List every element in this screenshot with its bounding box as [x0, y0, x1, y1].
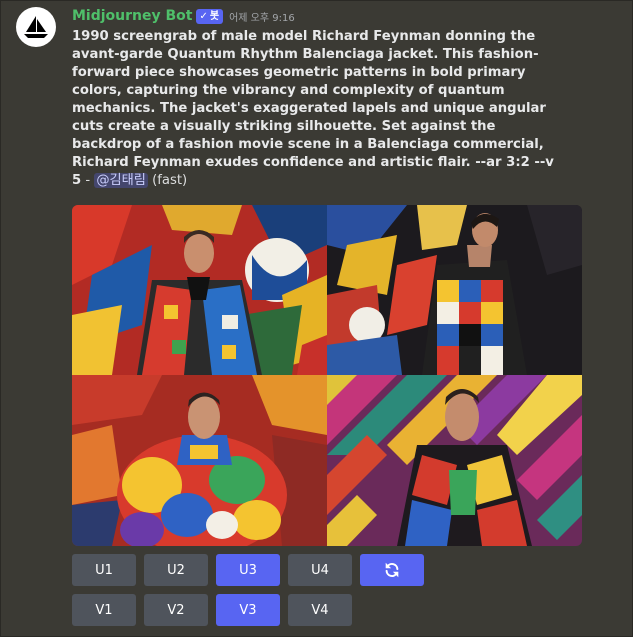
image-quadrant-3[interactable]: [72, 375, 327, 546]
image-quadrant-1[interactable]: [72, 205, 327, 375]
u4-button[interactable]: U4: [288, 554, 352, 586]
user-mention[interactable]: @김태림: [94, 173, 148, 188]
prompt-text: 1990 screengrab of male model Richard Fe…: [72, 29, 554, 188]
v1-button[interactable]: V1: [72, 594, 136, 626]
upscale-button-row: U1 U2 U3 U4: [72, 554, 424, 586]
image-grid[interactable]: [72, 205, 582, 546]
bot-badge: ✓ 봇: [196, 8, 224, 24]
image-quadrant-4[interactable]: [327, 375, 582, 546]
bot-badge-label: 봇: [209, 10, 220, 22]
v4-button[interactable]: V4: [288, 594, 352, 626]
separator: -: [81, 173, 95, 188]
v2-button[interactable]: V2: [144, 594, 208, 626]
refresh-icon: [385, 562, 399, 578]
speed-label: (fast): [147, 173, 188, 188]
u1-button[interactable]: U1: [72, 554, 136, 586]
v3-button[interactable]: V3: [216, 594, 280, 626]
sailboat-icon: [24, 16, 48, 38]
u2-button[interactable]: U2: [144, 554, 208, 586]
reroll-button[interactable]: [360, 554, 424, 586]
variation-button-row: V1 V2 V3 V4: [72, 594, 352, 626]
u3-button[interactable]: U3: [216, 554, 280, 586]
bot-message: Midjourney Bot ✓ 봇 어제 오후 9:16 1990 scree…: [0, 0, 633, 637]
timestamp[interactable]: 어제 오후 9:16: [229, 9, 295, 24]
message-content: 1990 screengrab of male model Richard Fe…: [72, 28, 562, 190]
author-name[interactable]: Midjourney Bot: [72, 8, 192, 24]
avatar[interactable]: [16, 7, 56, 47]
message-header: Midjourney Bot ✓ 봇 어제 오후 9:16: [72, 7, 295, 25]
check-icon: ✓: [199, 10, 208, 22]
image-quadrant-2[interactable]: [327, 205, 582, 375]
